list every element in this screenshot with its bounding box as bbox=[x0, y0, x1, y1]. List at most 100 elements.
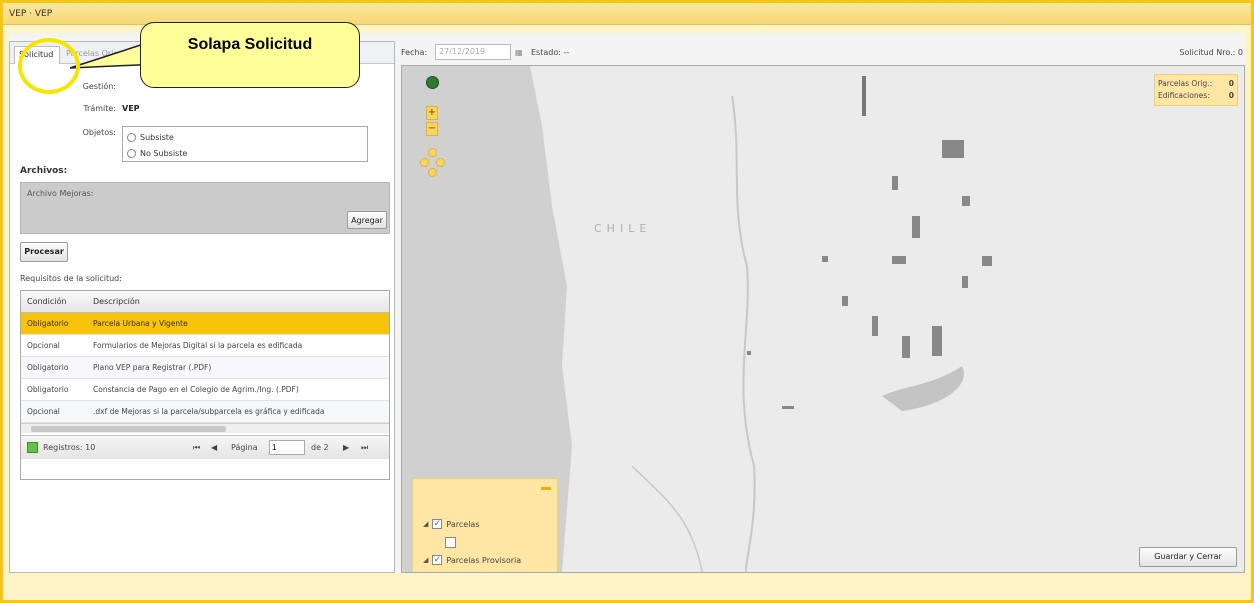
parcel-shape bbox=[862, 76, 866, 116]
main-content: Solicitud Parcelas Orig... Gestión: Trám… bbox=[9, 33, 1245, 573]
count-label: Parcelas Orig.: bbox=[1158, 79, 1213, 88]
count-edificaciones: Edificaciones: 0 bbox=[1158, 90, 1234, 102]
horizontal-scrollbar[interactable] bbox=[21, 423, 389, 433]
parcel-shape bbox=[892, 256, 906, 264]
cell-condicion: Opcional bbox=[27, 341, 60, 350]
table-row[interactable]: Opcional .dxf de Mejoras si la parcela/s… bbox=[21, 401, 389, 423]
radio-subsiste[interactable]: Subsiste bbox=[127, 130, 174, 144]
parcel-shape bbox=[942, 140, 964, 158]
border-line bbox=[731, 95, 756, 572]
globe-icon[interactable] bbox=[426, 76, 439, 89]
archivo-mejoras-label: Archivo Mejoras: bbox=[27, 189, 94, 198]
grid-header: Condición Descripción bbox=[21, 291, 389, 313]
layer-parcelas[interactable]: ◢ ✓ Parcelas bbox=[423, 519, 479, 529]
objetos-radio-group: Subsiste No Subsiste bbox=[122, 126, 368, 162]
grid-pager: Registros: 10 ⏮ ◀ Página de 2 ▶ ⏭ bbox=[21, 435, 389, 459]
col-condicion[interactable]: Condición bbox=[27, 297, 66, 306]
parcel-shape bbox=[747, 351, 751, 355]
layer-parcelas-provisoria[interactable]: ◢ ✓ Parcelas Provisoria bbox=[423, 555, 521, 565]
guardar-cerrar-button[interactable]: Guardar y Cerrar bbox=[1139, 547, 1237, 567]
pagina-label: Página bbox=[231, 443, 258, 452]
col-descripcion[interactable]: Descripción bbox=[93, 297, 140, 306]
layer-checkbox[interactable]: ✓ bbox=[432, 519, 443, 529]
layer-label: Parcelas Provisoria bbox=[446, 555, 522, 565]
agregar-button[interactable]: Agregar bbox=[347, 211, 387, 229]
border-line bbox=[631, 465, 703, 572]
layer-label: Parcelas bbox=[446, 519, 480, 529]
cell-descripcion: .dxf de Mejoras si la parcela/subparcela… bbox=[93, 407, 325, 416]
cell-descripcion: Parcela Urbana y Vigente bbox=[93, 319, 188, 328]
estado-label: Estado: -- bbox=[531, 48, 570, 57]
count-value: 0 bbox=[1228, 91, 1234, 100]
calendar-icon[interactable]: ▦ bbox=[515, 48, 523, 57]
cell-descripcion: Plano VEP para Registrar (.PDF) bbox=[93, 363, 212, 372]
parcel-shape bbox=[902, 336, 910, 358]
requisitos-title: Requisitos de la solicitud: bbox=[20, 274, 122, 283]
table-row[interactable]: Opcional Formularios de Mejoras Digital … bbox=[21, 335, 389, 357]
callout-text: Solapa Solicitud bbox=[187, 36, 313, 53]
objetos-label: Objetos: bbox=[82, 128, 116, 137]
layer-switcher: ◢ ✓ Parcelas ◢ ✓ Parcelas Provisoria bbox=[412, 478, 558, 572]
pan-down-icon[interactable] bbox=[428, 168, 437, 177]
parcel-shape bbox=[962, 276, 968, 288]
solicitud-panel: Solicitud Parcelas Orig... Gestión: Trám… bbox=[9, 41, 395, 573]
scrollbar-thumb[interactable] bbox=[31, 426, 226, 432]
radio-no-subsiste-label: No Subsiste bbox=[140, 148, 188, 158]
registros-count: Registros: 10 bbox=[43, 443, 96, 452]
page-input[interactable] bbox=[269, 440, 305, 455]
cell-condicion: Opcional bbox=[27, 407, 60, 416]
fecha-input[interactable]: 27/12/2019 bbox=[435, 44, 511, 60]
fecha-label: Fecha: bbox=[401, 48, 428, 57]
pan-up-icon[interactable] bbox=[428, 148, 437, 157]
radio-subsiste-label: Subsiste bbox=[140, 132, 174, 142]
cell-descripcion: Formularios de Mejoras Digital si la par… bbox=[93, 341, 303, 350]
urban-area bbox=[882, 366, 964, 411]
expand-triangle-icon[interactable]: ◢ bbox=[423, 520, 428, 528]
cell-condicion: Obligatorio bbox=[27, 385, 69, 394]
pan-left-icon[interactable] bbox=[420, 158, 429, 167]
tramite-label: Trámite: bbox=[83, 104, 116, 113]
app-window: VEP · VEP Solicitud Parcelas Orig... Ges… bbox=[0, 0, 1254, 603]
layer-swatch-parcelas bbox=[445, 537, 456, 548]
zoom-in-button[interactable]: + bbox=[426, 106, 438, 120]
prev-page-icon[interactable]: ◀ bbox=[211, 443, 217, 452]
parcel-shape bbox=[892, 176, 898, 190]
highlight-ring bbox=[18, 38, 80, 94]
requisitos-grid: Condición Descripción Obligatorio Parcel… bbox=[20, 290, 390, 480]
expand-triangle-icon[interactable]: ◢ bbox=[423, 556, 428, 564]
tramite-value: VEP bbox=[122, 104, 140, 113]
callout-bubble bbox=[140, 22, 360, 88]
excel-export-icon[interactable] bbox=[27, 442, 38, 453]
parcel-shape bbox=[822, 256, 828, 262]
map-label-chile: CHILE bbox=[594, 222, 651, 235]
table-row[interactable]: Obligatorio Constancia de Pago en el Col… bbox=[21, 379, 389, 401]
archivos-title: Archivos: bbox=[20, 166, 68, 176]
parcel-shape bbox=[962, 196, 970, 206]
layer-checkbox[interactable]: ✓ bbox=[432, 555, 443, 565]
solicitud-number: Solicitud Nro.: 0 bbox=[1179, 48, 1243, 57]
parcel-shape bbox=[842, 296, 848, 306]
zoom-out-button[interactable]: − bbox=[426, 122, 438, 136]
page-total: de 2 bbox=[311, 443, 329, 452]
parcel-shape bbox=[782, 406, 794, 409]
next-page-icon[interactable]: ▶ bbox=[343, 443, 349, 452]
parcel-shape bbox=[872, 316, 878, 336]
minimize-icon[interactable] bbox=[541, 487, 551, 490]
last-page-icon[interactable]: ⏭ bbox=[361, 443, 368, 453]
callout-annotation: Solapa Solicitud bbox=[140, 22, 360, 88]
count-label: Edificaciones: bbox=[1158, 91, 1210, 100]
procesar-button[interactable]: Procesar bbox=[20, 242, 68, 262]
first-page-icon[interactable]: ⏮ bbox=[193, 443, 200, 453]
parcel-shape bbox=[932, 326, 942, 356]
archivos-panel: Archivo Mejoras: Agregar bbox=[20, 182, 390, 234]
radio-circle-icon bbox=[127, 132, 136, 142]
count-parcelas: Parcelas Orig.: 0 bbox=[1158, 78, 1234, 90]
map-view[interactable]: CHILE + − Parcelas Orig.: 0 Edificacione… bbox=[401, 65, 1245, 573]
table-row[interactable]: Obligatorio Plano VEP para Registrar (.P… bbox=[21, 357, 389, 379]
radio-no-subsiste[interactable]: No Subsiste bbox=[127, 146, 187, 160]
parcel-shape bbox=[912, 216, 920, 238]
table-row[interactable]: Obligatorio Parcela Urbana y Vigente bbox=[21, 313, 389, 335]
map-header: Fecha: 27/12/2019 ▦ Estado: -- Solicitud… bbox=[401, 41, 1245, 63]
pan-right-icon[interactable] bbox=[436, 158, 445, 167]
window-title: VEP · VEP bbox=[9, 9, 53, 19]
